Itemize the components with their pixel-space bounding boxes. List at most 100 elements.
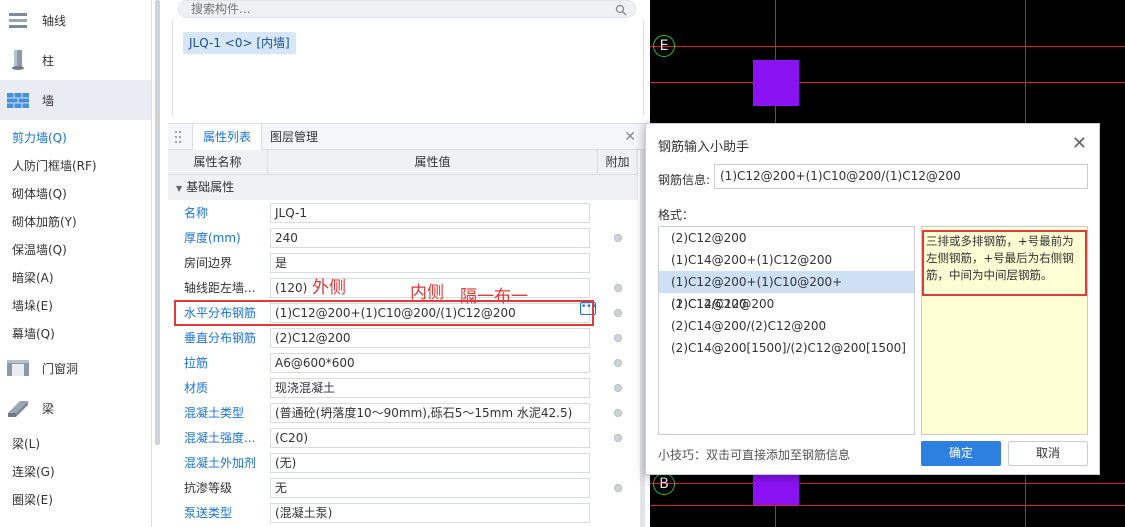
additional-checkbox[interactable] (614, 333, 622, 342)
nav-category-label: 轴线 (42, 13, 67, 28)
nav-category-axis[interactable]: 轴线 (0, 0, 151, 40)
nav-item-insulation-wall[interactable]: 保温墙(Q) (0, 236, 151, 264)
rebar-info-input[interactable]: (1)C12@200+(1)C10@200/(1)C12@200 (714, 164, 1088, 189)
group-basic[interactable]: ▼ 基础属性 (168, 175, 638, 200)
property-name: 泵送类型 (184, 506, 233, 520)
search-icon[interactable] (615, 4, 627, 19)
property-row[interactable]: 泵送类型 (混凝土泵) (168, 500, 638, 525)
property-name: 拉筋 (184, 356, 209, 370)
nav-item-wall-pier[interactable]: 墙垛(E) (0, 292, 151, 320)
nav-item-curtain-wall[interactable]: 幕墙(Q) (0, 320, 151, 348)
drag-grip-icon[interactable] (174, 130, 182, 144)
additional-checkbox[interactable] (614, 383, 622, 392)
axis-label-e: E (653, 35, 675, 57)
additional-checkbox[interactable] (614, 483, 622, 492)
property-name: 轴线距左墙... (184, 281, 256, 295)
nav-item-beam[interactable]: 梁(L) (0, 430, 151, 458)
property-row[interactable]: 房间边界 是 (168, 250, 638, 275)
property-value[interactable]: 现浇混凝土 (270, 378, 590, 398)
column-icon (6, 49, 30, 71)
nav-item-masonry-rebar[interactable]: 砌体加筋(Y) (0, 208, 151, 236)
property-row[interactable]: 垂直分布钢筋 (2)C12@200 (168, 325, 638, 350)
property-row[interactable]: 名称 JLQ-1 (168, 200, 638, 225)
additional-checkbox[interactable] (614, 233, 622, 242)
tab-property-list[interactable]: 属性列表 (192, 124, 263, 150)
property-name: 抗渗等级 (184, 481, 233, 495)
nav-item-coupling-beam[interactable]: 连梁(G) (0, 458, 151, 486)
property-value[interactable]: (C20) (270, 428, 590, 448)
property-extra (598, 350, 638, 375)
format-list: (2)C12@200 (1)C14@200+(1)C12@200 (1)C12@… (658, 226, 915, 435)
tab-layer-management[interactable]: 图层管理 (260, 124, 328, 150)
nav-category-door-window[interactable]: 门窗洞 (0, 348, 151, 388)
nav-category-label: 梁 (42, 401, 55, 416)
property-value[interactable]: 240 (270, 228, 590, 248)
nav-item-shear-wall[interactable]: 剪力墙(Q) (0, 124, 151, 152)
dialog-title: 钢筋输入小助手 (658, 140, 750, 155)
property-value-cell: 现浇混凝土 (268, 375, 598, 400)
column-block[interactable] (753, 475, 799, 505)
property-name: 混凝土类型 (184, 406, 245, 420)
property-row[interactable]: 抗渗等级 无 (168, 475, 638, 500)
property-value[interactable]: 是 (270, 253, 590, 273)
nav-category-wall[interactable]: 墙 (0, 80, 151, 120)
format-item[interactable]: (2)C14/C12@200 (659, 293, 914, 315)
property-row[interactable]: 材质 现浇混凝土 (168, 375, 638, 400)
header-value: 属性值 (268, 150, 598, 174)
close-icon[interactable]: ✕ (624, 129, 636, 145)
format-item[interactable]: (1)C14@200+(1)C12@200 (659, 249, 914, 271)
nav-item-masonry-wall[interactable]: 砌体墙(Q) (0, 180, 151, 208)
format-item-selected[interactable]: (1)C12@200+(1)C10@200+(1)C12@200 (659, 271, 914, 311)
annotation-outer: 外侧 (312, 278, 346, 298)
ok-button[interactable]: 确定 (921, 441, 1001, 466)
grid-line (650, 505, 1125, 506)
property-extra (598, 225, 638, 250)
property-extra (598, 325, 638, 350)
nav-category-column[interactable]: 柱 (0, 40, 151, 80)
nav-item-ring-beam[interactable]: 圈梁(E) (0, 486, 151, 514)
format-item[interactable]: (2)C14@200/(2)C12@200 (659, 315, 914, 337)
additional-checkbox[interactable] (614, 308, 622, 317)
nav-item-civil-defense-wall[interactable]: 人防门框墙(RF) (0, 152, 151, 180)
property-name: 垂直分布钢筋 (184, 331, 257, 345)
axis-label-b: B (653, 473, 675, 495)
property-value[interactable]: (普通砼(坍落度10～90mm),砾石5～15mm 水泥42.5) (270, 403, 590, 423)
property-row[interactable]: 混凝土类型 (普通砼(坍落度10～90mm),砾石5～15mm 水泥42.5) (168, 400, 638, 425)
cancel-button[interactable]: 取消 (1008, 441, 1088, 466)
column-block[interactable] (753, 60, 799, 106)
format-item[interactable]: (2)C14@200[1500]/(2)C12@200[1500] (659, 337, 914, 359)
property-value[interactable]: (混凝土泵) (270, 503, 590, 523)
highlight-box (174, 300, 594, 326)
property-extra (598, 250, 638, 275)
property-name: 名称 (184, 206, 209, 220)
property-value[interactable]: 无 (270, 478, 590, 498)
property-row[interactable]: 拉筋 A6@600*600 (168, 350, 638, 375)
property-name: 混凝土强度... (184, 431, 256, 445)
component-item[interactable]: JLQ-1 <0> [内墙] (183, 32, 296, 54)
nav-scrollbar[interactable] (155, 0, 160, 445)
property-value[interactable]: A6@600*600 (270, 353, 590, 373)
property-row[interactable]: 混凝土强度... (C20) (168, 425, 638, 450)
property-extra (598, 425, 638, 450)
property-value-cell: A6@600*600 (268, 350, 598, 375)
additional-checkbox[interactable] (614, 408, 622, 417)
search-input[interactable] (191, 2, 591, 16)
nav-item-hidden-beam[interactable]: 暗梁(A) (0, 264, 151, 292)
tab-bar: 属性列表 图层管理 ✕ (168, 123, 646, 150)
property-row[interactable]: 混凝土外加剂 (无) (168, 450, 638, 475)
property-row[interactable]: 轴线距左墙... (120) (168, 275, 638, 300)
format-item[interactable]: (2)C12@200 (659, 227, 914, 249)
collapse-arrow-icon[interactable]: ▼ (176, 184, 182, 193)
header-extra: 附加 (598, 150, 638, 174)
property-value[interactable]: JLQ-1 (270, 203, 590, 223)
property-row[interactable]: 厚度(mm) 240 (168, 225, 638, 250)
property-value[interactable]: (2)C12@200 (270, 328, 590, 348)
additional-checkbox[interactable] (614, 283, 622, 292)
nav-category-beam[interactable]: 梁 (0, 388, 151, 428)
additional-checkbox[interactable] (614, 433, 622, 442)
property-value[interactable]: (无) (270, 453, 590, 473)
close-icon[interactable]: ✕ (1072, 133, 1087, 154)
grid-rows: 名称 JLQ-1 厚度(mm) 240 房间边界是轴线距左墙... (120) 水平分布钢筋… (168, 200, 638, 525)
additional-checkbox[interactable] (614, 358, 622, 367)
axis-icon (6, 9, 30, 31)
